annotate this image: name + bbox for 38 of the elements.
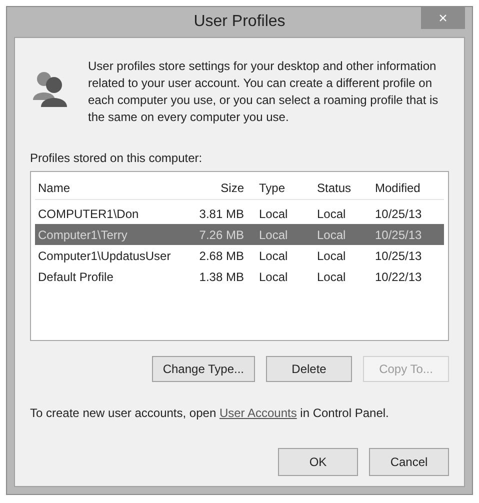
profile-row[interactable]: Computer1\Terry 7.26 MB Local Local 10/25/13 bbox=[35, 224, 444, 245]
table-cell-text: 1.38 MB bbox=[198, 268, 245, 286]
table-cell-text: Local bbox=[258, 206, 289, 222]
column-header[interactable]: Type bbox=[247, 178, 305, 196]
table-cell-text: 10/25/13 bbox=[374, 248, 423, 264]
table-cell-text: 10/22/13 bbox=[374, 268, 423, 286]
list-label: Profiles stored on this computer: bbox=[30, 150, 202, 167]
column-header[interactable]: Size bbox=[185, 178, 247, 196]
table-cell-text: Computer1\UpdatusUser bbox=[37, 248, 172, 264]
footer-text: To create new user accounts, open User Accounts in Control Panel. bbox=[30, 405, 390, 422]
table-cell-text: 2.68 MB bbox=[198, 248, 245, 264]
action-button[interactable]: Change Type... bbox=[152, 356, 255, 382]
profile-row[interactable]: Computer1\UpdatusUser 2.68 MB Local Local 10/25/13 bbox=[35, 245, 444, 266]
column-header[interactable]: Modified bbox=[367, 178, 437, 196]
table-cell-text: Local bbox=[258, 226, 289, 244]
table-cell-text: COMPUTER1\Don bbox=[37, 206, 140, 222]
table-cell-text: 7.26 MB bbox=[198, 226, 245, 244]
table-cell-text: Local bbox=[258, 268, 289, 286]
table-cell-text: 3.81 MB bbox=[198, 206, 245, 222]
table-cell-text: Local bbox=[316, 248, 347, 264]
table-cell-text: Default Profile bbox=[37, 268, 114, 286]
column-header[interactable]: Name bbox=[35, 178, 185, 196]
table-cell-text: 10/25/13 bbox=[374, 226, 423, 244]
table-cell-text: Local bbox=[316, 206, 347, 222]
table-cell-text: Local bbox=[316, 226, 347, 244]
action-button[interactable]: Delete bbox=[266, 356, 352, 382]
table-cell-text: Local bbox=[258, 248, 289, 264]
description-text: User profiles store settings for your desktop and other information related to your user account. You can create a different profile on each computer you use, or you can select a roaming profile that is the same on every computer you use. bbox=[88, 58, 440, 126]
profile-row[interactable]: COMPUTER1\Don 3.81 MB Local Local 10/25/13 bbox=[35, 203, 444, 224]
user-accounts-link[interactable]: User Accounts bbox=[219, 406, 297, 420]
column-header[interactable]: Status bbox=[305, 178, 367, 196]
window-title: User Profiles bbox=[194, 12, 286, 32]
profile-row[interactable]: Default Profile 1.38 MB Local Local 10/22/13 bbox=[35, 266, 444, 287]
table-cell-text: 10/25/13 bbox=[374, 206, 423, 222]
table-cell-text: Computer1\Terry bbox=[37, 226, 128, 244]
dialog-button[interactable]: OK bbox=[278, 448, 358, 476]
dialog-button[interactable]: Cancel bbox=[369, 448, 449, 476]
table-cell-text: Local bbox=[316, 268, 347, 286]
